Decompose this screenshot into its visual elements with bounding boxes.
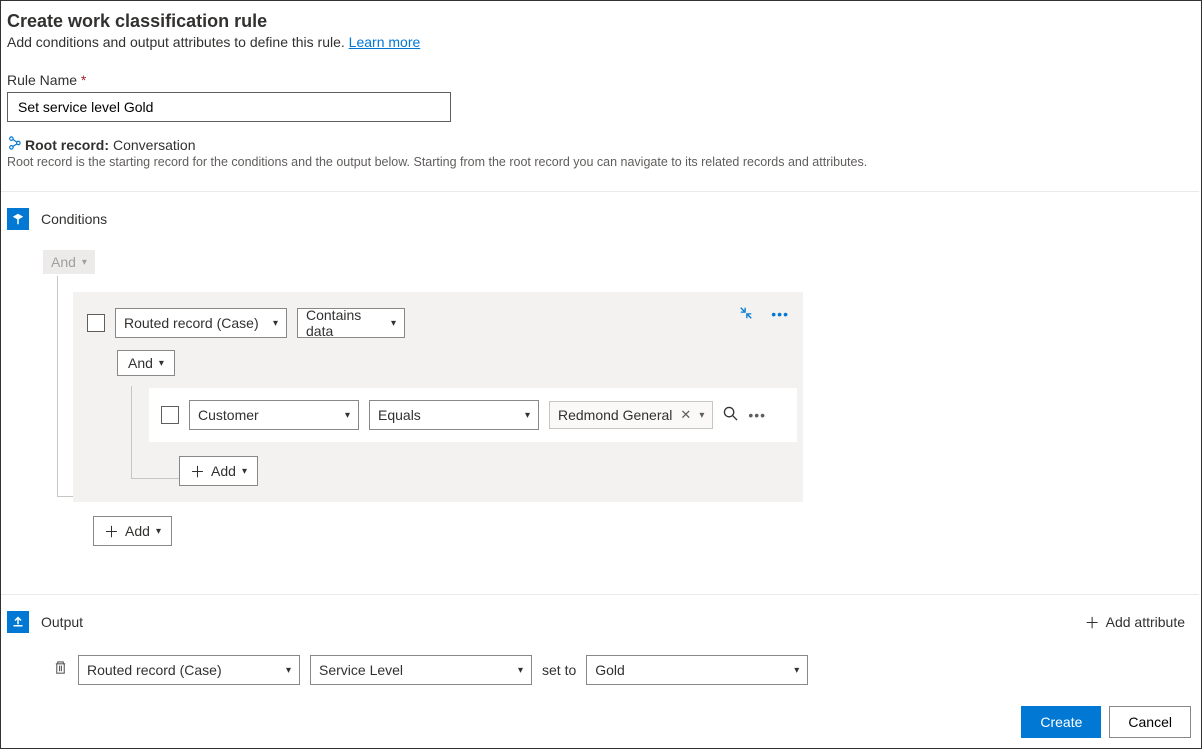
root-record-desc: Root record is the starting record for t… [7, 155, 1195, 169]
delete-icon[interactable] [53, 660, 68, 680]
inner-condition: Customer▾ Equals▾ Redmond General ✕ ▾ ••… [149, 388, 797, 442]
chevron-down-icon: ▾ [273, 318, 278, 329]
chevron-down-icon: ▾ [518, 665, 523, 676]
plus-icon: ＋ [104, 521, 119, 542]
chevron-down-icon: ▾ [345, 410, 350, 421]
plus-icon: ＋ [1085, 612, 1100, 633]
chevron-down-icon: ▾ [159, 358, 164, 369]
create-button[interactable]: Create [1021, 706, 1101, 738]
collapse-icon[interactable] [739, 306, 753, 324]
page-subtitle: Add conditions and output attributes to … [7, 34, 1195, 50]
cancel-button[interactable]: Cancel [1109, 706, 1191, 738]
subtitle-text: Add conditions and output attributes to … [7, 34, 349, 50]
chevron-down-icon: ▾ [82, 257, 87, 268]
plus-icon: ＋ [190, 461, 205, 482]
set-to-label: set to [542, 662, 576, 678]
inner-operator-dropdown[interactable]: Equals▾ [369, 400, 539, 430]
condition-group: ••• Routed record (Case)▾ Contains data▾… [73, 292, 803, 502]
learn-more-link[interactable]: Learn more [349, 34, 421, 50]
chevron-down-icon: ▾ [156, 526, 161, 537]
chevron-down-icon: ▾ [242, 466, 247, 477]
root-record-value: Conversation [113, 137, 196, 153]
add-outer-button[interactable]: ＋ Add ▾ [93, 516, 172, 546]
conditions-title: Conditions [41, 211, 107, 227]
close-icon[interactable]: ✕ [680, 407, 691, 423]
output-value-dropdown[interactable]: Gold▾ [586, 655, 808, 685]
chevron-down-icon: ▾ [525, 410, 530, 421]
chevron-down-icon: ▾ [391, 318, 396, 329]
inner-and-operator[interactable]: And▾ [117, 350, 175, 376]
inner-value-tag[interactable]: Redmond General ✕ ▾ [549, 401, 713, 429]
chevron-down-icon: ▾ [699, 410, 704, 421]
separator [1, 191, 1199, 192]
output-attribute-dropdown[interactable]: Service Level▾ [310, 655, 532, 685]
root-record-icon [7, 136, 21, 153]
inner-field-dropdown[interactable]: Customer▾ [189, 400, 359, 430]
condition-checkbox[interactable] [87, 314, 105, 332]
output-icon [7, 611, 29, 633]
output-entity-dropdown[interactable]: Routed record (Case)▾ [78, 655, 300, 685]
inner-checkbox[interactable] [161, 406, 179, 424]
required-star-icon: * [81, 72, 86, 88]
search-icon[interactable] [723, 406, 738, 425]
conditions-icon [7, 208, 29, 230]
add-inner-button[interactable]: ＋ Add ▾ [179, 456, 258, 486]
root-record-label: Root record: [25, 137, 109, 153]
page-title: Create work classification rule [7, 11, 1195, 32]
add-attribute-button[interactable]: ＋ Add attribute [1085, 612, 1185, 633]
separator [1, 594, 1199, 595]
output-title: Output [41, 614, 83, 630]
chevron-down-icon: ▾ [794, 665, 799, 676]
condition-field-dropdown[interactable]: Routed record (Case)▾ [115, 308, 287, 338]
rule-name-input[interactable] [7, 92, 451, 122]
chevron-down-icon: ▾ [286, 665, 291, 676]
root-and-operator[interactable]: And▾ [43, 250, 95, 274]
condition-operator-dropdown[interactable]: Contains data▾ [297, 308, 405, 338]
rule-name-label: Rule Name * [7, 72, 1195, 88]
more-icon[interactable]: ••• [748, 407, 766, 423]
more-icon[interactable]: ••• [771, 306, 789, 324]
